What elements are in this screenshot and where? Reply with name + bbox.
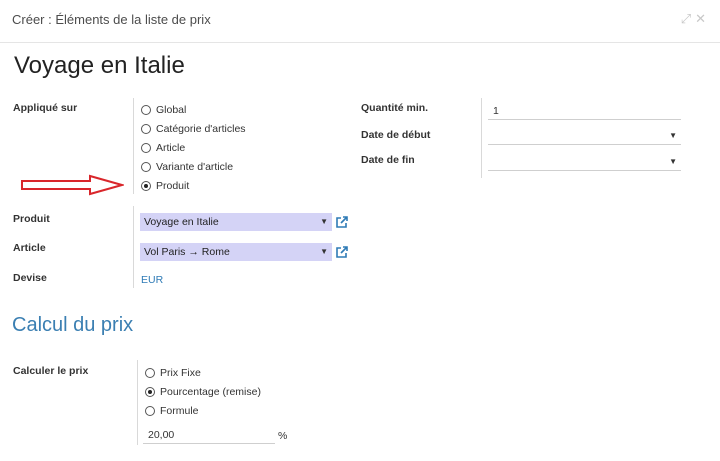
section-title: Calcul du prix: [12, 314, 134, 336]
external-link-icon[interactable]: [335, 215, 349, 229]
date-start-label: Date de début: [361, 129, 431, 141]
min-qty-value: 1: [493, 105, 499, 117]
currency-label: Devise: [13, 272, 47, 284]
radio-icon-checked[interactable]: [141, 181, 151, 191]
external-link-icon[interactable]: [335, 245, 349, 259]
radio-product[interactable]: Produit: [141, 180, 189, 192]
date-start-input[interactable]: ▼: [488, 127, 681, 145]
window-controls: ⤢✕: [681, 11, 710, 27]
dialog-title: Créer : Éléments de la liste de prix: [12, 12, 211, 27]
date-end-label: Date de fin: [361, 154, 415, 166]
product-value: Voyage en Italie: [144, 216, 219, 228]
percent-unit: %: [278, 430, 288, 442]
radio-icon-checked[interactable]: [145, 387, 155, 397]
dialog-header: Créer : Éléments de la liste de prix ⤢✕: [0, 0, 720, 43]
radio-icon[interactable]: [145, 368, 155, 378]
radio-variant[interactable]: Variante d'article: [141, 161, 233, 173]
percentage-input[interactable]: 20,00: [143, 426, 275, 444]
record-name[interactable]: Voyage en Italie: [14, 52, 185, 80]
close-icon[interactable]: ✕: [695, 11, 710, 26]
expand-icon[interactable]: ⤢: [681, 11, 695, 26]
currency-link[interactable]: EUR: [141, 274, 163, 286]
radio-label: Article: [156, 142, 186, 154]
radio-global[interactable]: Global: [141, 104, 186, 116]
article-label: Article: [13, 242, 46, 254]
radio-label: Produit: [156, 180, 190, 192]
radio-icon[interactable]: [145, 406, 155, 416]
radio-category[interactable]: Catégorie d'articles: [141, 123, 246, 135]
radio-label: Catégorie d'articles: [156, 123, 246, 135]
article-value: Vol Paris → Rome: [144, 246, 230, 258]
min-qty-input[interactable]: 1: [488, 102, 681, 120]
divider: [137, 360, 138, 445]
radio-formula[interactable]: Formule: [145, 405, 199, 417]
radio-label: Pourcentage (remise): [160, 386, 261, 398]
article-select[interactable]: Vol Paris → Rome ▼: [140, 243, 332, 261]
chevron-down-icon[interactable]: ▼: [320, 213, 328, 231]
product-label: Produit: [13, 213, 50, 225]
product-select[interactable]: Voyage en Italie ▼: [140, 213, 332, 231]
compute-price-label: Calculer le prix: [13, 365, 89, 377]
min-qty-label: Quantité min.: [361, 102, 429, 114]
divider: [133, 98, 134, 194]
date-end-input[interactable]: ▼: [488, 153, 681, 171]
radio-icon[interactable]: [141, 143, 151, 153]
radio-label: Global: [156, 104, 187, 116]
chevron-down-icon[interactable]: ▼: [669, 127, 677, 145]
radio-icon[interactable]: [141, 124, 151, 134]
radio-label: Variante d'article: [156, 161, 234, 173]
chevron-down-icon[interactable]: ▼: [320, 243, 328, 261]
red-arrow-icon: [21, 174, 124, 196]
divider: [133, 206, 134, 288]
percentage-value: 20,00: [148, 429, 175, 441]
radio-label: Formule: [160, 405, 199, 417]
radio-percentage[interactable]: Pourcentage (remise): [145, 386, 261, 398]
radio-fixed-price[interactable]: Prix Fixe: [145, 367, 201, 379]
radio-icon[interactable]: [141, 105, 151, 115]
divider: [481, 98, 482, 178]
radio-article[interactable]: Article: [141, 142, 185, 154]
radio-icon[interactable]: [141, 162, 151, 172]
applied-on-label: Appliqué sur: [13, 102, 78, 114]
chevron-down-icon[interactable]: ▼: [669, 153, 677, 171]
radio-label: Prix Fixe: [160, 367, 201, 379]
